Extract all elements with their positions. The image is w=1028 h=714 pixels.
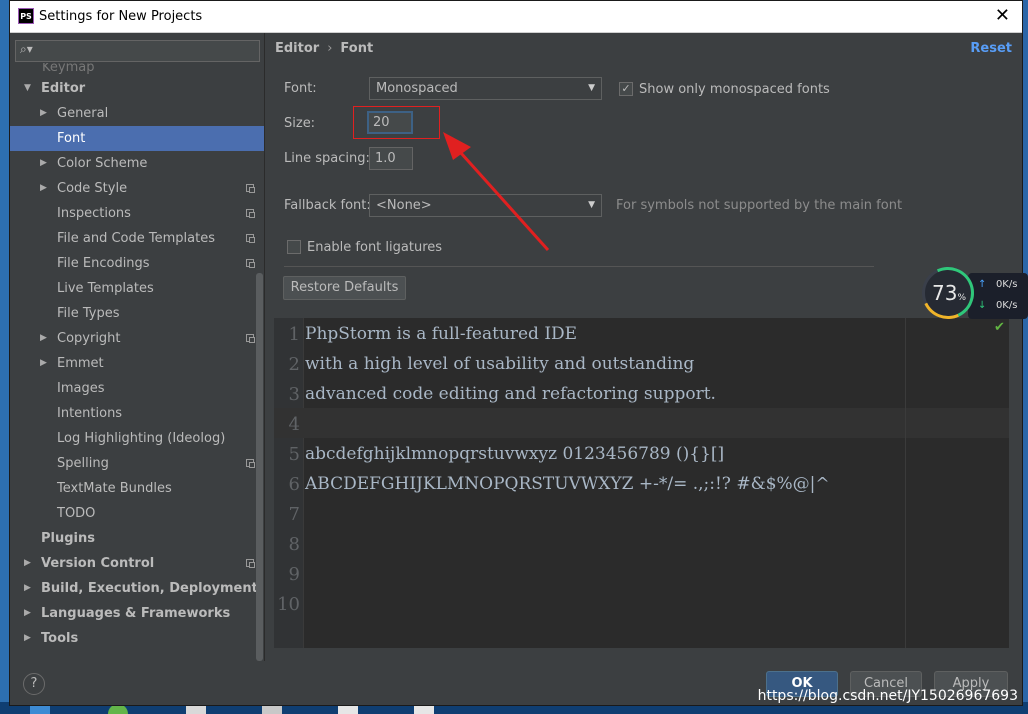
line-number: 8 <box>288 534 300 555</box>
preview-code-line: PhpStorm is a full-featured IDE <box>305 324 578 344</box>
line-number: 7 <box>288 504 300 525</box>
line-number: 10 <box>277 594 300 615</box>
line-number: 2 <box>288 354 300 375</box>
line-number: 3 <box>288 384 300 405</box>
line-number: 9 <box>288 564 300 585</box>
line-number: 6 <box>288 474 300 495</box>
preview-code-line: with a high level of usability and outst… <box>305 354 695 374</box>
upload-speed-value: 0K/s <box>995 279 1018 290</box>
gutter-divider <box>303 318 304 648</box>
download-arrow-icon: ↓ <box>978 300 987 311</box>
line-number: 4 <box>288 414 300 435</box>
line-number: 1 <box>288 324 300 345</box>
font-preview-editor[interactable]: ✔ 1 PhpStorm is a full-featured IDE 2 with … <box>274 318 1009 648</box>
usage-percent-sign: % <box>957 293 966 303</box>
usage-percent-value: 73 <box>931 281 958 305</box>
preview-code-line: abcdefghijklmnopqrstuvwxyz 0123456789 ()… <box>305 444 725 464</box>
line-number: 5 <box>288 444 300 465</box>
usage-percent: 73% <box>928 281 970 305</box>
current-line-highlight <box>274 408 1009 438</box>
download-speed: ↓ 0K/s <box>978 300 1017 311</box>
download-speed-value: 0K/s <box>995 300 1018 311</box>
network-monitor-widget[interactable]: 73% ↑ 0K/s ↓ 0K/s <box>914 259 1028 327</box>
right-margin-guide <box>905 318 906 648</box>
watermark-url: https://blog.csdn.net/JY15026967693 <box>757 688 1018 704</box>
preview-code-line: advanced code editing and refactoring su… <box>305 384 716 404</box>
upload-speed: ↑ 0K/s <box>978 279 1017 290</box>
preview-code-line: ABCDEFGHIJKLMNOPQRSTUVWXYZ +-*/= .,;:!? … <box>305 474 830 494</box>
upload-arrow-icon: ↑ <box>978 279 987 290</box>
